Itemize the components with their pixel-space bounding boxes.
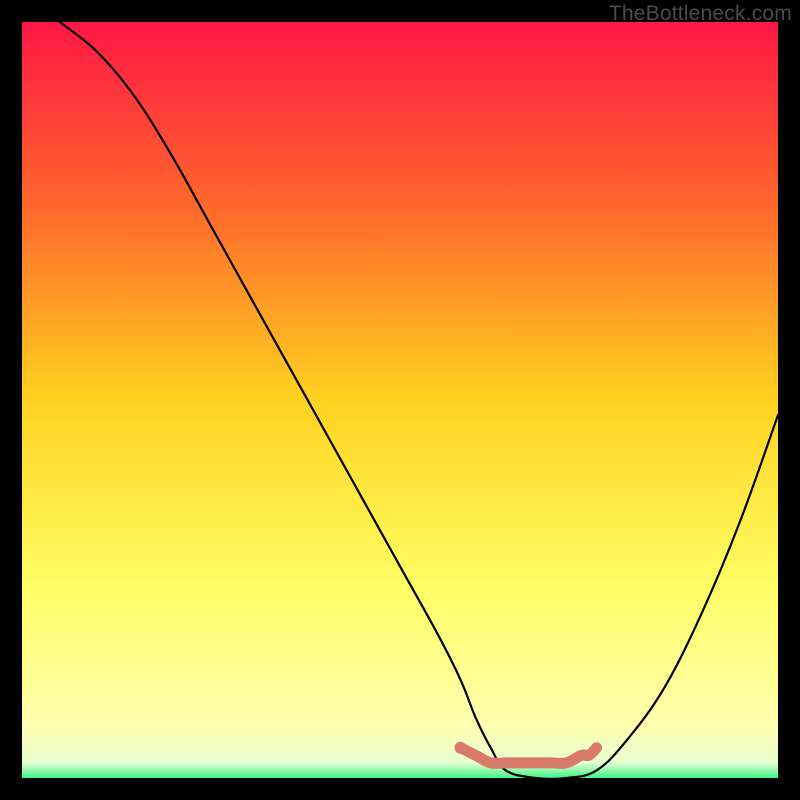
annotation-dot — [454, 742, 466, 754]
chart-background — [22, 22, 778, 778]
chart-svg — [22, 22, 778, 778]
plot-area — [22, 22, 778, 778]
chart-stage: TheBottleneck.com — [0, 0, 800, 800]
